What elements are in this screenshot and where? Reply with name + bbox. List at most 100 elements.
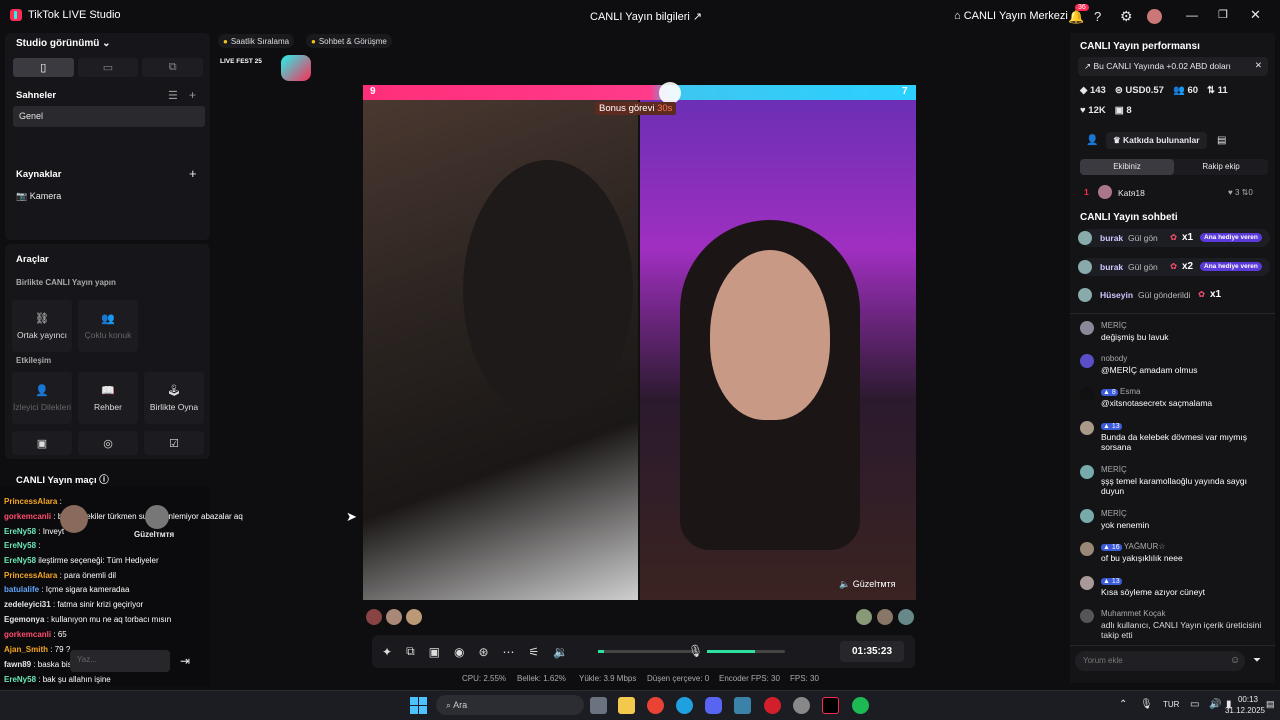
clipboard-icon[interactable]: ▤ (1217, 135, 1226, 146)
chat-username[interactable]: zedeleyici31 (4, 600, 51, 609)
chat-username[interactable]: Muhammet Koçak (1101, 609, 1165, 618)
gift-avatar[interactable] (1078, 260, 1092, 274)
gift-user[interactable]: burak (1100, 262, 1123, 272)
chat-username[interactable]: gorkemcanli (4, 512, 51, 521)
filter-icon[interactable]: ⏷ (1253, 655, 1261, 666)
add-source-icon[interactable]: + (189, 166, 197, 181)
chat-input[interactable]: Yaz... (70, 650, 170, 672)
exit-icon[interactable]: ⇥ (180, 654, 190, 668)
chat-avatar[interactable] (1080, 321, 1094, 335)
chat-avatar[interactable] (1080, 465, 1094, 479)
volume-icon[interactable]: 🔉 (553, 645, 568, 659)
close-icon[interactable]: ✕ (1250, 7, 1261, 23)
rank-avatar[interactable] (1098, 185, 1112, 199)
emoji-icon[interactable]: ☺ (1230, 655, 1240, 666)
chat-username[interactable]: MERİÇ (1101, 509, 1127, 518)
minimize-icon[interactable]: — (1186, 8, 1198, 22)
gift-avatar[interactable] (1078, 288, 1092, 302)
more-icon[interactable]: ⋯ (503, 645, 515, 659)
chat-avatar[interactable] (1080, 387, 1094, 401)
magic-wand-icon[interactable]: ✦ (382, 645, 392, 659)
spotify-icon[interactable] (852, 697, 869, 714)
screen-icon[interactable]: ▣ (429, 645, 440, 659)
record-icon[interactable]: ◉ (454, 645, 464, 659)
multi-guest-tile[interactable]: 👥 Çoklu konuk (78, 300, 138, 352)
chat-username[interactable]: batulalife (4, 585, 39, 594)
chat-username[interactable]: gorkemcanli (4, 630, 51, 639)
list-icon[interactable]: ☰ (168, 89, 178, 102)
host-gifter-avatar-1[interactable] (366, 609, 382, 625)
mic-slider[interactable] (707, 650, 785, 653)
chat-avatar[interactable] (1080, 576, 1094, 590)
chat-avatar[interactable] (1080, 509, 1094, 523)
steam-icon[interactable] (793, 697, 810, 714)
avatar[interactable] (1147, 9, 1162, 24)
chat-username[interactable]: EreNy58 (4, 675, 36, 684)
studio-view-title[interactable]: Studio görünümü ⌄ (16, 38, 111, 49)
language-indicator[interactable]: TUR (1163, 700, 1179, 709)
source-item[interactable]: 📷 Kamera (16, 191, 61, 202)
comment-input[interactable]: Yorum ekle (1075, 651, 1245, 671)
contributors-button[interactable]: ♛ Katkıda bulunanlar (1106, 132, 1207, 149)
file-explorer-icon[interactable] (618, 697, 635, 714)
live-center-button[interactable]: ⌂ CANLI Yayın Merkezi (954, 10, 1068, 22)
tool-tile-b[interactable]: ◎ (78, 431, 138, 455)
chrome-icon[interactable] (647, 697, 664, 714)
user-add-icon[interactable]: 👤 (1086, 135, 1098, 146)
chat-avatar[interactable] (1080, 542, 1094, 556)
windows-start-icon[interactable] (410, 697, 427, 714)
chat-username[interactable]: PrincessAlara (4, 571, 57, 580)
notification-center-icon[interactable]: ▤ (1266, 699, 1275, 710)
layout-icon[interactable]: ⧉ (406, 644, 415, 659)
chat-username[interactable]: MERİÇ (1101, 465, 1127, 474)
mic-icon[interactable]: 🎙 (688, 644, 703, 658)
tab-our-team[interactable]: Ekibiniz (1080, 159, 1174, 175)
chat-avatar[interactable] (1080, 609, 1094, 623)
gift-avatar[interactable] (1078, 231, 1092, 245)
gear-icon[interactable]: ⚙ (1120, 8, 1133, 25)
tool-tile-a[interactable]: ▣ (12, 431, 72, 455)
chat-username[interactable]: MERİÇ (1101, 321, 1127, 330)
host-gifter-avatar-2[interactable] (386, 609, 402, 625)
mic-tray-icon[interactable]: 🎙 (1140, 699, 1153, 710)
tab-rival-team[interactable]: Rakip ekip (1174, 159, 1268, 175)
share-icon[interactable]: ↗ (693, 11, 702, 23)
guide-tile[interactable]: 📖 Rehber (78, 372, 138, 424)
task-view-icon[interactable] (590, 697, 607, 714)
app-icon[interactable] (734, 697, 751, 714)
close-icon[interactable]: ✕ (1255, 60, 1262, 71)
chat-meet-pill[interactable]: ● Sohbet & Görüşme (306, 34, 392, 48)
landscape-view-icon[interactable]: ▭ (77, 58, 139, 77)
edge-icon[interactable] (676, 697, 693, 714)
dual-view-icon[interactable]: ⧉ (142, 58, 204, 77)
beautify-label[interactable]: 🔈 Güzelтмтя (839, 579, 896, 590)
opp-gifter-avatar-2[interactable] (877, 609, 893, 625)
chat-username[interactable]: fawn89 (4, 660, 31, 669)
chat-username[interactable]: Egemonya (4, 615, 44, 624)
chat-username[interactable]: YAĞMUR☆ (1124, 542, 1166, 551)
discord-icon[interactable] (705, 697, 722, 714)
chat-username[interactable]: Esma (1120, 387, 1140, 396)
opp-gifter-avatar-1[interactable] (856, 609, 872, 625)
gift-user[interactable]: Hüseyin (1100, 290, 1133, 300)
volume-slider[interactable] (598, 650, 698, 653)
notification-icon[interactable]: 🔔 (1068, 9, 1084, 25)
clock-date[interactable]: 31.12.2025 (1215, 706, 1265, 715)
portrait-view-icon[interactable]: ▯ (13, 58, 74, 77)
tool-tile-c[interactable]: ☑ (144, 431, 204, 455)
add-scene-icon[interactable]: + (189, 88, 196, 102)
network-icon[interactable]: ▭ (1190, 699, 1199, 710)
co-host-tile[interactable]: ⛓ Ortak yayıncı (12, 300, 72, 352)
chat-username[interactable]: nobody (1101, 354, 1127, 363)
clock-time[interactable]: 00:13 (1228, 695, 1258, 704)
maximize-icon[interactable]: ❐ (1218, 8, 1228, 21)
chevron-up-icon[interactable]: ⌃ (1119, 699, 1127, 710)
chat-avatar[interactable] (1080, 354, 1094, 368)
viewer-wishes-tile[interactable]: 👤 İzleyici Dilekleri (12, 372, 72, 424)
chat-username[interactable]: PrincessAlara (4, 497, 57, 506)
opera-icon[interactable] (764, 697, 781, 714)
taskbar-search[interactable]: ⌕ Ara (436, 695, 584, 715)
hourly-ranking-pill[interactable]: ● Saatlik Sıralama (218, 34, 295, 48)
target-icon[interactable]: ⊛ (478, 645, 488, 659)
chat-username[interactable]: EreNy58 (4, 541, 36, 550)
